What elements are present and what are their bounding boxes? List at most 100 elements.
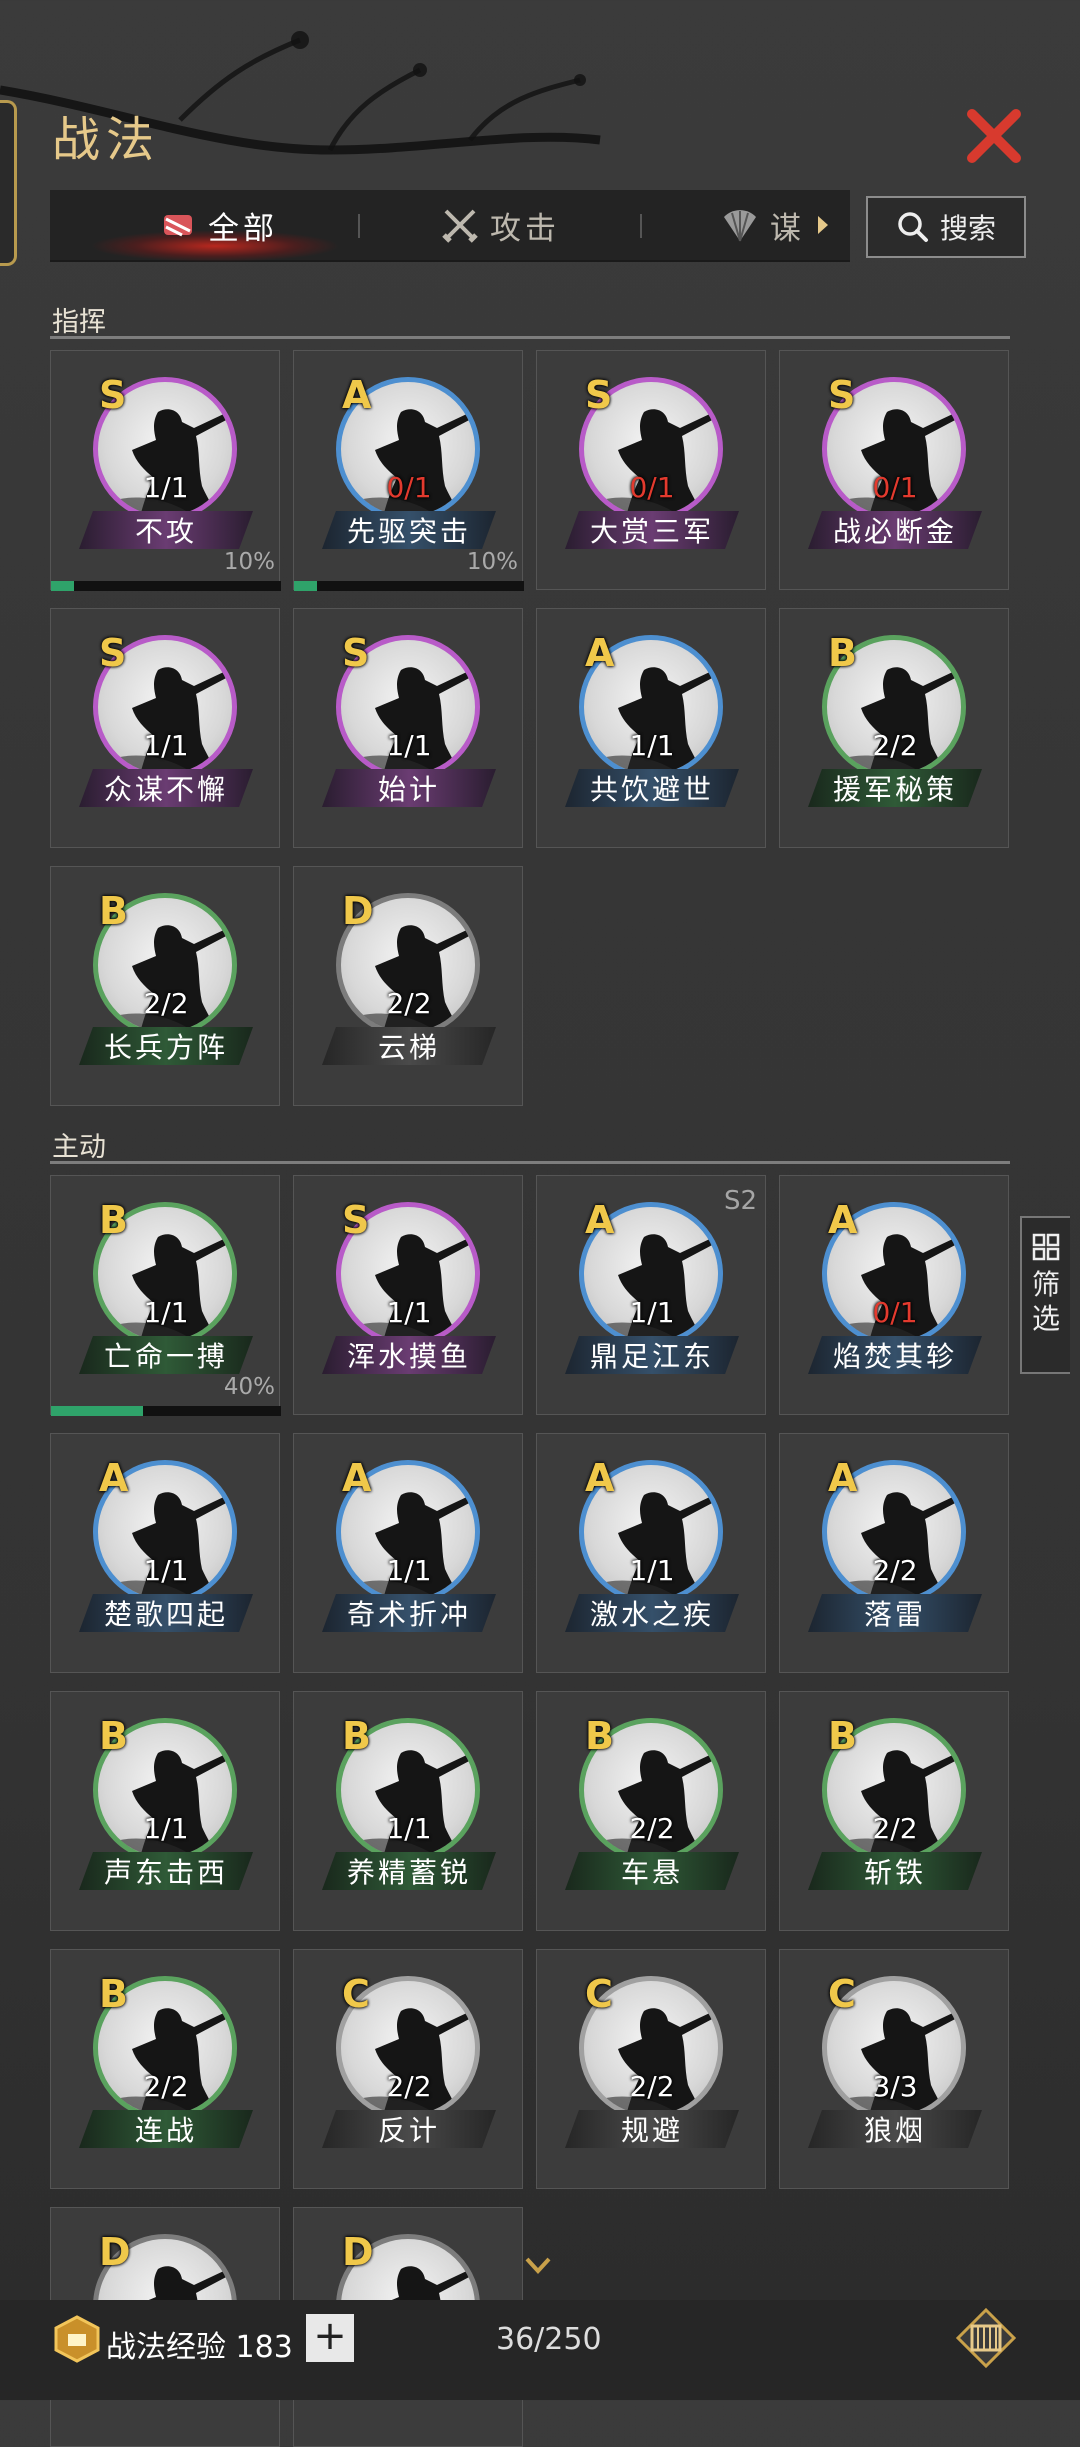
grade-badge: S — [342, 631, 370, 675]
tactic-card[interactable]: A 0/1 先驱突击 10% — [293, 350, 524, 591]
tactic-card[interactable]: A 1/1 激水之疾 — [536, 1433, 766, 1673]
grade-badge: B — [99, 889, 128, 933]
tactic-name: 鼎足江东 — [565, 1336, 739, 1374]
tactic-card[interactable]: B 2/2 车悬 — [536, 1691, 766, 1931]
tactic-card[interactable]: C 3/3 狼烟 — [779, 1949, 1009, 2189]
tactic-name: 焰焚其轸 — [808, 1336, 982, 1374]
grade-badge: A — [99, 1456, 129, 1500]
tactic-count: 2/2 — [143, 987, 189, 1020]
tab-attack[interactable]: 攻击 — [440, 190, 560, 260]
tactic-card[interactable]: S 1/1 浑水摸鱼 — [293, 1175, 523, 1415]
crossed-swords-icon — [442, 209, 478, 243]
tactic-card[interactable]: S 0/1 大赏三军 — [536, 350, 766, 590]
tactic-name: 狼烟 — [808, 2110, 982, 2148]
tab-divider — [640, 214, 642, 238]
tactic-card[interactable]: B 1/1 养精蓄锐 — [293, 1691, 523, 1931]
tactic-name: 亡命一搏 — [79, 1336, 253, 1374]
add-exp-button[interactable]: + — [306, 2314, 354, 2362]
progress-fill — [51, 581, 74, 591]
tactic-count: 2/2 — [872, 1554, 918, 1587]
tactic-card[interactable]: A 1/1 共饮避世 — [536, 608, 766, 848]
grid-icon — [1032, 1233, 1060, 1261]
tactic-count: 1/1 — [386, 1554, 432, 1587]
tactic-card[interactable]: B 1/1 声东击西 — [50, 1691, 280, 1931]
chevron-right-icon — [818, 216, 828, 234]
tactic-count: 2/2 — [629, 2070, 675, 2103]
tactic-count: 2/2 — [629, 1812, 675, 1845]
search-button[interactable]: 搜索 — [866, 196, 1026, 258]
tactic-exp-icon — [54, 2315, 100, 2363]
section-divider — [50, 336, 1010, 339]
tactic-count: 3/3 — [872, 2070, 918, 2103]
tactic-count: 2/2 — [872, 1812, 918, 1845]
tactic-card[interactable]: B 2/2 斩铁 — [779, 1691, 1009, 1931]
grade-badge: B — [828, 631, 857, 675]
tactic-card[interactable]: C 2/2 规避 — [536, 1949, 766, 2189]
tactic-name: 楚歌四起 — [79, 1594, 253, 1632]
grade-badge: S — [828, 373, 856, 417]
tactic-card[interactable]: D 2/2 云梯 — [293, 866, 523, 1106]
grade-badge: D — [342, 2230, 374, 2274]
grade-badge: A — [342, 1456, 372, 1500]
tactic-name: 云梯 — [322, 1027, 496, 1065]
tactic-count: 1/1 — [629, 1296, 675, 1329]
tactic-name: 车悬 — [565, 1852, 739, 1890]
grade-badge: A — [342, 373, 372, 417]
tactic-name: 反计 — [322, 2110, 496, 2148]
tactic-count: 0/1 — [386, 471, 432, 504]
tactic-card[interactable]: S 1/1 不攻 10% — [50, 350, 281, 591]
grade-badge: S — [585, 373, 613, 417]
grade-badge: C — [342, 1972, 370, 2016]
tactic-card[interactable]: A 1/1 鼎足江东 S2 — [536, 1175, 766, 1415]
tab-all[interactable]: 全部 — [158, 190, 278, 260]
tactic-name: 奇术折冲 — [322, 1594, 496, 1632]
tactic-card[interactable]: B 2/2 连战 — [50, 1949, 280, 2189]
tactic-name: 规避 — [565, 2110, 739, 2148]
tactic-card[interactable]: B 1/1 亡命一搏 40% — [50, 1175, 281, 1416]
tactic-name: 养精蓄锐 — [322, 1852, 496, 1890]
filter-button[interactable]: 筛选 — [1020, 1216, 1070, 1374]
tactic-count: 2/2 — [872, 729, 918, 762]
grade-badge: D — [342, 889, 374, 933]
section-title-active: 主动 — [52, 1132, 106, 1163]
search-icon — [898, 212, 928, 242]
tactic-card[interactable]: A 2/2 落雷 — [779, 1433, 1009, 1673]
tab-strategy[interactable]: 谋 — [720, 190, 831, 260]
tactic-card[interactable]: S 1/1 始计 — [293, 608, 523, 848]
tactic-card[interactable]: S 0/1 战必断金 — [779, 350, 1009, 590]
grade-badge: B — [585, 1714, 614, 1758]
tactic-count: 2/2 — [386, 987, 432, 1020]
grade-badge: B — [342, 1714, 371, 1758]
progress-label: 10% — [223, 549, 275, 575]
tactic-card[interactable]: B 2/2 长兵方阵 — [50, 866, 280, 1106]
tactic-card[interactable]: B 2/2 援军秘策 — [779, 608, 1009, 848]
filter-label: 筛选 — [1031, 1268, 1060, 1335]
close-button[interactable] — [958, 100, 1030, 172]
tactic-count: 1/1 — [386, 1812, 432, 1845]
season-tag: S2 — [723, 1186, 757, 1216]
close-icon — [967, 109, 1021, 163]
ink-branch-decoration — [0, 31, 601, 155]
tactic-name: 众谋不懈 — [79, 769, 253, 807]
tactic-name: 斩铁 — [808, 1852, 982, 1890]
grade-badge: A — [585, 631, 615, 675]
left-accent — [0, 100, 17, 266]
tactic-count: 0/1 — [872, 471, 918, 504]
tactic-name: 浑水摸鱼 — [322, 1336, 496, 1374]
tactic-card[interactable]: A 1/1 奇术折冲 — [293, 1433, 523, 1673]
storage-icon[interactable] — [954, 2306, 1018, 2370]
tactic-card[interactable]: C 2/2 反计 — [293, 1949, 523, 2189]
tactic-name: 声东击西 — [79, 1852, 253, 1890]
grade-badge: A — [585, 1198, 615, 1242]
tactic-card[interactable]: A 0/1 焰焚其轸 — [779, 1175, 1009, 1415]
tactic-count: 0/1 — [629, 471, 675, 504]
tactic-count: 1/1 — [629, 1554, 675, 1587]
tactic-name: 连战 — [79, 2110, 253, 2148]
tactic-card[interactable]: S 1/1 众谋不懈 — [50, 608, 280, 848]
progress-label: 40% — [223, 1374, 275, 1400]
progress-fill — [51, 1406, 143, 1416]
tactic-card[interactable]: A 1/1 楚歌四起 — [50, 1433, 280, 1673]
grade-badge: A — [828, 1456, 858, 1500]
grade-badge: A — [585, 1456, 615, 1500]
tactic-name: 激水之疾 — [565, 1594, 739, 1632]
